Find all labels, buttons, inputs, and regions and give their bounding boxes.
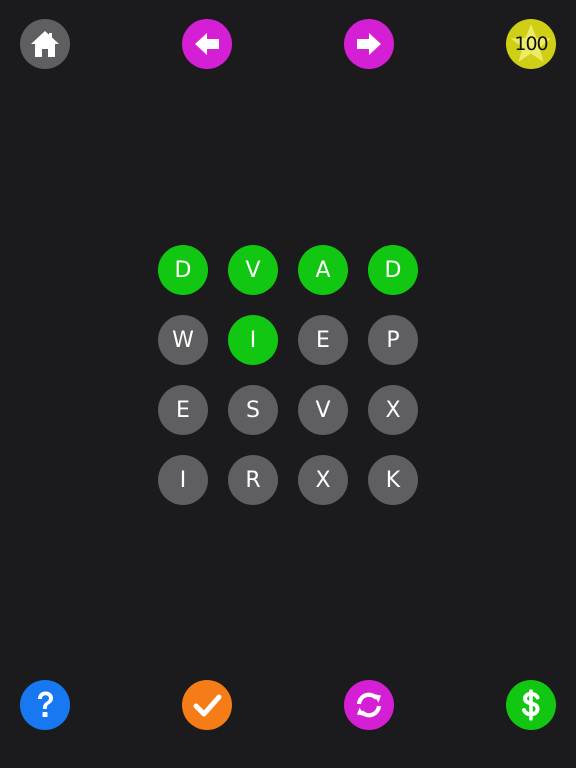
- home-button[interactable]: [20, 19, 70, 69]
- help-button[interactable]: [20, 680, 70, 730]
- letter-tile[interactable]: S: [228, 385, 278, 435]
- letter-grid: DVADWIEPESVXIRXK: [158, 245, 418, 505]
- home-icon: [31, 31, 59, 57]
- letter-tile[interactable]: P: [368, 315, 418, 365]
- letter-tile[interactable]: I: [158, 455, 208, 505]
- letter-tile[interactable]: X: [298, 455, 348, 505]
- coins-button[interactable]: 100: [506, 19, 556, 69]
- shuffle-button[interactable]: [344, 680, 394, 730]
- coin-count: 100: [514, 33, 548, 55]
- letter-tile[interactable]: D: [368, 245, 418, 295]
- letter-tile[interactable]: D: [158, 245, 208, 295]
- check-word-button[interactable]: [182, 680, 232, 730]
- letter-tile[interactable]: V: [228, 245, 278, 295]
- refresh-icon: [356, 692, 382, 718]
- letter-tile[interactable]: V: [298, 385, 348, 435]
- checkmark-icon: [193, 694, 222, 717]
- arrow-right-icon: [357, 33, 381, 55]
- letter-tile[interactable]: R: [228, 455, 278, 505]
- letter-tile[interactable]: I: [228, 315, 278, 365]
- buy-coins-button[interactable]: [506, 680, 556, 730]
- letter-tile[interactable]: E: [298, 315, 348, 365]
- next-level-button[interactable]: [344, 19, 394, 69]
- game-screen: 100 DVADWIEPESVXIRXK: [0, 0, 576, 768]
- previous-level-button[interactable]: [182, 19, 232, 69]
- letter-tile[interactable]: E: [158, 385, 208, 435]
- letter-tile[interactable]: W: [158, 315, 208, 365]
- letter-tile[interactable]: A: [298, 245, 348, 295]
- letter-tile[interactable]: X: [368, 385, 418, 435]
- question-icon: [38, 691, 53, 717]
- dollar-icon: [522, 689, 540, 721]
- letter-tile[interactable]: K: [368, 455, 418, 505]
- arrow-left-icon: [195, 33, 219, 55]
